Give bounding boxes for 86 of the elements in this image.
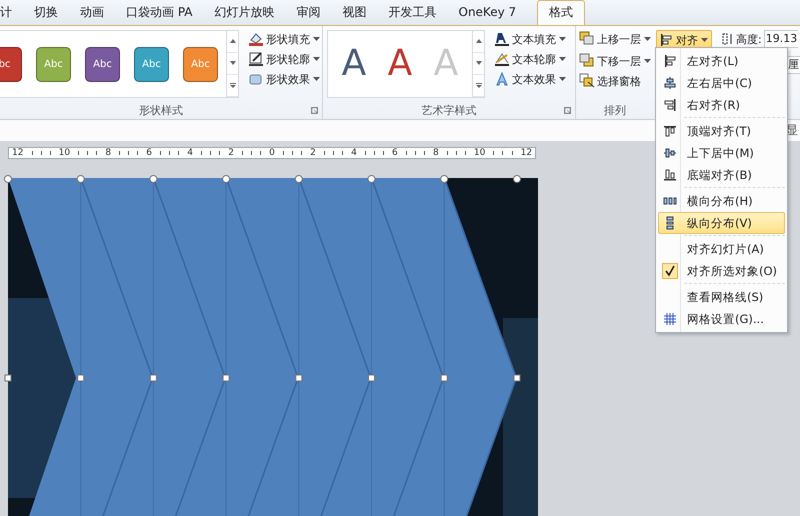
align-left-icon bbox=[663, 54, 677, 68]
layers-icon bbox=[579, 31, 595, 47]
group-label: 排列 bbox=[604, 103, 626, 118]
selection-pane-icon bbox=[579, 73, 595, 89]
menu-item[interactable]: 网格设置(G)... bbox=[658, 308, 785, 330]
ruler-number: 10 bbox=[58, 148, 70, 158]
ruler-number: 8 bbox=[432, 148, 439, 158]
menu-item[interactable]: 顶端对齐(T) bbox=[658, 120, 785, 142]
align-middle-icon bbox=[663, 146, 677, 160]
menu-item[interactable]: 底端对齐(B) bbox=[658, 164, 785, 186]
ribbon-command[interactable]: 文本效果 bbox=[491, 70, 569, 88]
pencil-icon bbox=[248, 51, 264, 67]
menu-item[interactable]: 对齐幻灯片(A) bbox=[658, 238, 785, 260]
ribbon-tab[interactable]: 视图 bbox=[332, 1, 378, 25]
ribbon-command[interactable]: 形状效果 bbox=[245, 70, 323, 88]
ruler-number: 6 bbox=[146, 148, 152, 158]
down-arrow-icon bbox=[230, 61, 236, 66]
caret-icon bbox=[559, 77, 566, 81]
caret-icon bbox=[701, 38, 708, 42]
caret-icon bbox=[559, 37, 566, 41]
shape-style-swatch[interactable]: Abc bbox=[85, 46, 120, 82]
ribbon-tab[interactable]: 切换 bbox=[23, 1, 69, 25]
ribbon-tab[interactable]: 动画 bbox=[69, 1, 115, 25]
toolbar-text: 显 bbox=[786, 122, 798, 139]
ribbon-tab[interactable]: OneKey 7 bbox=[448, 1, 528, 25]
align-top-icon bbox=[663, 124, 677, 138]
height-icon bbox=[722, 33, 734, 45]
down-arrow-icon bbox=[476, 61, 482, 66]
ribbon-tab[interactable]: 计 bbox=[0, 1, 23, 25]
caret-icon bbox=[644, 37, 651, 41]
group-label: 艺术字样式 bbox=[422, 103, 476, 118]
grid-icon bbox=[663, 312, 677, 326]
wordart-style[interactable]: A bbox=[334, 39, 374, 89]
dialog-launcher-icon bbox=[311, 107, 318, 114]
menu-item[interactable]: 上下居中(M) bbox=[658, 142, 785, 164]
menu-item[interactable]: 纵向分布(V) bbox=[658, 212, 785, 234]
ribbon-tab[interactable]: 审阅 bbox=[286, 1, 332, 25]
height-field[interactable]: 19.13 bbox=[764, 30, 798, 48]
menu-item[interactable]: 左右居中(C) bbox=[658, 72, 785, 94]
ribbon-tab[interactable]: 开发工具 bbox=[378, 1, 448, 25]
ribbon-command[interactable]: 文本轮廓 bbox=[491, 50, 569, 68]
text-effect-icon bbox=[494, 71, 510, 87]
wordart-style[interactable]: A bbox=[380, 39, 420, 89]
paint-bucket-icon bbox=[248, 31, 264, 47]
ribbon-tab[interactable]: 格式 bbox=[537, 0, 586, 25]
align-bottom-icon bbox=[663, 168, 677, 182]
menu-item[interactable]: 左对齐(L) bbox=[658, 50, 785, 72]
ruler-number: 8 bbox=[105, 148, 112, 158]
ruler-number: 4 bbox=[187, 148, 193, 158]
menu-item[interactable]: 横向分布(H) bbox=[658, 190, 785, 212]
caret-icon bbox=[559, 57, 566, 61]
ruler-number: 2 bbox=[228, 148, 234, 158]
ruler-number: 12 bbox=[12, 148, 24, 158]
down-arrow-icon bbox=[230, 83, 236, 88]
ribbon-tab[interactable]: 口袋动画 PA bbox=[115, 1, 204, 25]
align-right-icon bbox=[663, 98, 677, 112]
menu-item[interactable]: 查看网格线(S) bbox=[658, 286, 785, 308]
down-arrow-icon bbox=[476, 83, 482, 88]
ruler-number: 2 bbox=[310, 148, 316, 158]
group-label: 形状样式 bbox=[139, 103, 183, 118]
dialog-launcher-icon bbox=[564, 107, 571, 114]
ruler-number: 12 bbox=[520, 148, 532, 158]
align-center-icon bbox=[663, 76, 677, 90]
ruler-number: 6 bbox=[392, 148, 398, 158]
ribbon-command[interactable]: 文本填充 bbox=[491, 30, 569, 48]
layers-icon bbox=[579, 53, 595, 69]
menu-item[interactable]: 对齐所选对象(O) bbox=[658, 260, 785, 282]
text-outline-icon bbox=[494, 51, 510, 67]
ribbon-command[interactable]: 下移一层 bbox=[576, 52, 654, 70]
ruler-number: 0 bbox=[269, 148, 275, 158]
caret-icon bbox=[644, 59, 651, 63]
up-arrow-icon bbox=[230, 39, 236, 44]
menu-item[interactable]: 右对齐(R) bbox=[658, 94, 785, 116]
ribbon-command[interactable]: 形状填充 bbox=[245, 30, 323, 48]
ribbon-tab[interactable]: 幻灯片放映 bbox=[204, 1, 286, 25]
size-label: 高度: bbox=[736, 32, 762, 46]
caret-icon bbox=[313, 77, 320, 81]
ribbon-command[interactable]: 上移一层 bbox=[576, 30, 654, 48]
up-arrow-icon bbox=[476, 39, 482, 44]
ruler-number: 10 bbox=[474, 148, 486, 158]
text-fill-icon bbox=[494, 31, 510, 47]
caret-icon bbox=[313, 57, 320, 61]
ruler-number: 4 bbox=[351, 148, 357, 158]
ribbon-command[interactable]: 形状轮廓 bbox=[245, 50, 323, 68]
caret-icon bbox=[313, 37, 320, 41]
ribbon-command[interactable]: 选择窗格 bbox=[576, 72, 644, 90]
